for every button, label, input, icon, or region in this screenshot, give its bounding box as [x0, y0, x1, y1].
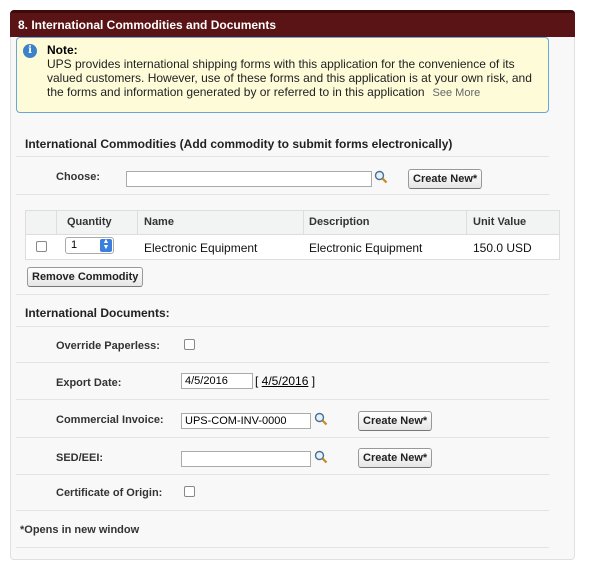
lookup-icon[interactable]: [374, 170, 388, 184]
row-description: Electronic Equipment: [309, 241, 423, 255]
column-header-quantity: Quantity: [67, 216, 112, 228]
footnote: *Opens in new window: [20, 524, 140, 536]
note-title: Note:: [47, 43, 78, 57]
quantity-value: 1: [71, 239, 78, 251]
create-new-sed-button[interactable]: Create New*: [358, 448, 433, 468]
remove-commodity-button[interactable]: Remove Commodity: [27, 267, 144, 287]
commodities-table: Quantity Name Description Unit Value 1 ▲…: [25, 210, 560, 260]
divider: [16, 510, 549, 511]
documents-heading: International Documents:: [25, 306, 170, 320]
chevron-updown-icon: ▲ ▼: [100, 238, 112, 252]
column-header-unit-value: Unit Value: [473, 216, 527, 228]
choose-label: Choose:: [56, 171, 100, 183]
divider: [16, 326, 549, 327]
divider: [16, 156, 549, 157]
lookup-icon[interactable]: [314, 450, 328, 464]
note-body: UPS provides international shipping form…: [47, 57, 545, 100]
column-header-name: Name: [144, 216, 174, 228]
row-name: Electronic Equipment: [144, 241, 258, 255]
export-date-link[interactable]: 4/5/2016: [262, 374, 309, 388]
certificate-of-origin-label: Certificate of Origin:: [56, 487, 163, 499]
info-icon: i: [23, 44, 37, 58]
table-header: Quantity Name Description Unit Value: [26, 211, 559, 235]
lookup-icon[interactable]: [314, 412, 328, 426]
certificate-of-origin-checkbox[interactable]: [184, 486, 195, 497]
commercial-invoice-input[interactable]: [181, 413, 311, 429]
see-more-link[interactable]: See More: [433, 87, 481, 99]
quantity-select[interactable]: 1 ▲ ▼: [65, 237, 114, 254]
divider: [16, 474, 549, 475]
override-paperless-label: Override Paperless:: [56, 340, 160, 352]
create-new-commodity-button[interactable]: Create New*: [408, 169, 483, 189]
sed-eei-input[interactable]: [181, 451, 311, 467]
commodities-heading: International Commodities (Add commodity…: [25, 137, 453, 151]
divider: [16, 437, 549, 438]
row-select-checkbox[interactable]: [36, 241, 47, 252]
divider: [16, 399, 549, 400]
export-date-input[interactable]: [181, 373, 253, 389]
commercial-invoice-label: Commercial Invoice:: [56, 414, 164, 426]
divider: [16, 294, 549, 295]
sed-eei-label: SED/EEI:: [56, 452, 104, 464]
override-paperless-checkbox[interactable]: [184, 339, 195, 350]
divider: [16, 194, 549, 195]
divider: [16, 362, 549, 363]
export-date-label: Export Date:: [56, 377, 122, 389]
export-date-today[interactable]: [ 4/5/2016 ]: [255, 374, 315, 388]
column-header-description: Description: [309, 216, 370, 228]
choose-commodity-input[interactable]: [126, 171, 372, 187]
row-unit-value: 150.0 USD: [473, 241, 532, 255]
create-new-invoice-button[interactable]: Create New*: [358, 411, 433, 431]
section-title: 8. International Commodities and Documen…: [10, 10, 575, 37]
divider: [16, 547, 549, 548]
note-box: i Note: UPS provides international shipp…: [16, 37, 549, 113]
